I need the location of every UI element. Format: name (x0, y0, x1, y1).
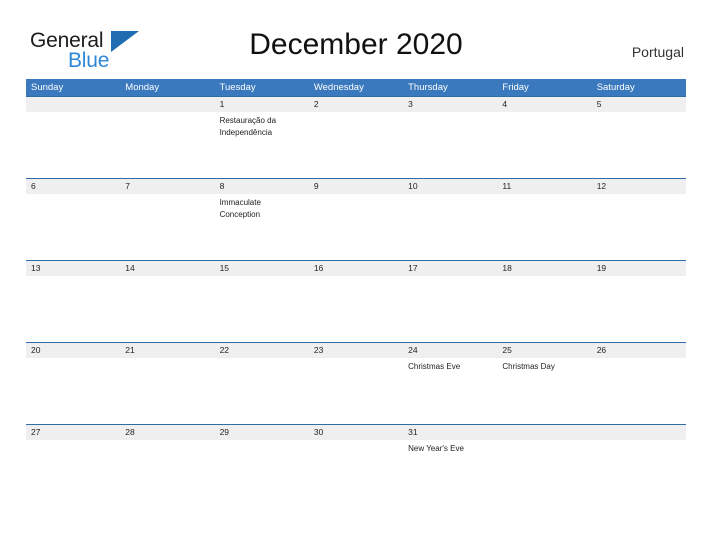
day-event: Christmas Eve (408, 362, 461, 371)
day-event (26, 358, 120, 424)
day-event (497, 440, 591, 506)
day-event (215, 440, 309, 506)
day-number[interactable]: 15 (215, 261, 309, 276)
day-number[interactable]: 1 (215, 97, 309, 112)
day-number[interactable]: 13 (26, 261, 120, 276)
weekday-header-row: Sunday Monday Tuesday Wednesday Thursday… (26, 79, 686, 96)
day-number[interactable]: 14 (120, 261, 214, 276)
day-event (120, 112, 214, 178)
weekday-header-tuesday: Tuesday (219, 82, 256, 93)
day-number[interactable]: 21 (120, 343, 214, 358)
day-number[interactable]: 2 (309, 97, 403, 112)
day-event (26, 112, 120, 178)
day-number[interactable]: 12 (592, 179, 686, 194)
day-number[interactable]: 18 (497, 261, 591, 276)
day-number[interactable]: 8 (215, 179, 309, 194)
day-event: Christmas Day (502, 362, 555, 371)
day-number[interactable]: 6 (26, 179, 120, 194)
day-number[interactable]: 26 (592, 343, 686, 358)
day-number[interactable]: 30 (309, 425, 403, 440)
day-event (309, 358, 403, 424)
weekday-header-wednesday: Wednesday (313, 82, 364, 93)
day-number[interactable]: 7 (120, 179, 214, 194)
week-event-band: New Year's Eve (26, 440, 686, 506)
day-event (120, 358, 214, 424)
day-event: Restauração da Independência (219, 116, 277, 137)
calendar-page: General Blue December 2020 Portugal Sund… (0, 0, 712, 550)
day-number[interactable]: 31 (403, 425, 497, 440)
week-date-band: 6 7 8 9 10 11 12 (26, 179, 686, 194)
day-number[interactable] (26, 97, 120, 112)
day-event (497, 194, 591, 260)
day-number[interactable]: 10 (403, 179, 497, 194)
day-event (403, 276, 497, 342)
week-row: 6 7 8 9 10 11 12 Immaculate Conception (26, 178, 686, 260)
day-event (309, 194, 403, 260)
day-event: Immaculate Conception (219, 198, 261, 219)
week-event-band: Immaculate Conception (26, 194, 686, 260)
page-title: December 2020 (249, 28, 463, 61)
day-event (592, 276, 686, 342)
week-row: 27 28 29 30 31 New Year's Eve (26, 424, 686, 506)
week-row: 1 2 3 4 5 Restauração da Independência (26, 96, 686, 178)
day-number[interactable]: 16 (309, 261, 403, 276)
weekday-header-sunday: Sunday (31, 82, 64, 93)
page-header: General Blue December 2020 Portugal (0, 0, 712, 76)
day-event (592, 358, 686, 424)
day-number[interactable]: 4 (497, 97, 591, 112)
day-number[interactable]: 22 (215, 343, 309, 358)
day-number[interactable]: 3 (403, 97, 497, 112)
week-event-band: Restauração da Independência (26, 112, 686, 178)
day-event (403, 194, 497, 260)
week-date-band: 13 14 15 16 17 18 19 (26, 261, 686, 276)
day-event (592, 112, 686, 178)
day-number[interactable]: 23 (309, 343, 403, 358)
day-number[interactable]: 29 (215, 425, 309, 440)
day-event (120, 276, 214, 342)
weekday-header-monday: Monday (125, 82, 160, 93)
day-number[interactable]: 19 (592, 261, 686, 276)
week-date-band: 27 28 29 30 31 (26, 425, 686, 440)
day-number[interactable]: 20 (26, 343, 120, 358)
day-event (497, 276, 591, 342)
region-label: Portugal (631, 44, 684, 60)
day-number[interactable]: 11 (497, 179, 591, 194)
day-event (120, 194, 214, 260)
day-number[interactable]: 5 (592, 97, 686, 112)
day-number[interactable]: 25 (497, 343, 591, 358)
calendar-grid: Sunday Monday Tuesday Wednesday Thursday… (26, 79, 686, 506)
day-event (26, 440, 120, 506)
day-event (592, 194, 686, 260)
week-event-band (26, 276, 686, 342)
week-date-band: 20 21 22 23 24 25 26 (26, 343, 686, 358)
day-event (309, 440, 403, 506)
week-row: 20 21 22 23 24 25 26 Christmas Eve Chris… (26, 342, 686, 424)
day-event (497, 112, 591, 178)
day-event: New Year's Eve (408, 444, 464, 453)
day-number[interactable]: 27 (26, 425, 120, 440)
day-event (309, 112, 403, 178)
day-event (120, 440, 214, 506)
day-number[interactable]: 28 (120, 425, 214, 440)
weekday-header-thursday: Thursday (408, 82, 448, 93)
weekday-header-saturday: Saturday (596, 82, 635, 93)
week-row: 13 14 15 16 17 18 19 (26, 260, 686, 342)
day-number[interactable] (592, 425, 686, 440)
weekday-header-friday: Friday (502, 82, 529, 93)
day-event (592, 440, 686, 506)
day-number[interactable] (497, 425, 591, 440)
day-event (26, 194, 120, 260)
day-event (309, 276, 403, 342)
day-number[interactable]: 17 (403, 261, 497, 276)
day-event (215, 276, 309, 342)
day-number[interactable]: 9 (309, 179, 403, 194)
day-event (26, 276, 120, 342)
day-number[interactable]: 24 (403, 343, 497, 358)
day-number[interactable] (120, 97, 214, 112)
day-event (215, 358, 309, 424)
day-event (403, 112, 497, 178)
week-event-band: Christmas Eve Christmas Day (26, 358, 686, 424)
week-date-band: 1 2 3 4 5 (26, 97, 686, 112)
